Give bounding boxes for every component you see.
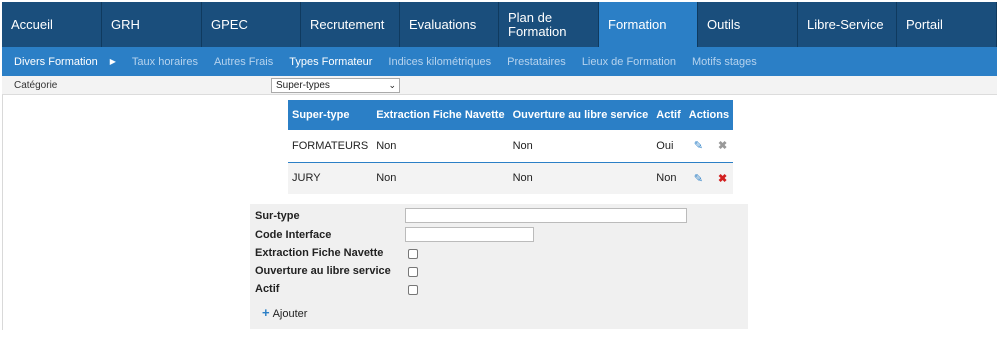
- extraction-checkbox[interactable]: [408, 249, 418, 259]
- table-header-row: Super-type Extraction Fiche Navette Ouve…: [288, 100, 734, 130]
- table-row: JURY Non Non Non ✎ ✖: [288, 162, 734, 194]
- cell-extraction: Non: [372, 162, 509, 194]
- subnav-types-formateur[interactable]: Types Formateur: [281, 56, 380, 68]
- extraction-label: Extraction Fiche Navette: [255, 247, 384, 259]
- sub-navigation: Divers Formation ▶ Taux horaires Autres …: [2, 47, 997, 76]
- header-ouverture: Ouverture au libre service: [508, 100, 653, 130]
- pencil-icon[interactable]: ✎: [694, 173, 703, 185]
- tab-recrutement[interactable]: Recrutement: [301, 2, 400, 47]
- category-label: Catégorie: [14, 80, 58, 91]
- category-select[interactable]: Super-types ⌄: [271, 78, 400, 93]
- tab-gpec[interactable]: GPEC: [202, 2, 301, 47]
- cell-ouverture: Non: [508, 130, 653, 163]
- tab-formation[interactable]: Formation: [599, 2, 698, 47]
- header-actif: Actif: [652, 100, 685, 130]
- add-super-type-form: Sur-type Code Interface Extraction Fiche…: [250, 204, 748, 329]
- subnav-motifs-stages[interactable]: Motifs stages: [684, 56, 765, 68]
- subnav-taux-horaires[interactable]: Taux horaires: [124, 56, 206, 68]
- tab-grh[interactable]: GRH: [102, 2, 202, 47]
- code-interface-label: Code Interface: [255, 229, 332, 241]
- header-actions: Actions: [684, 100, 734, 130]
- tab-outils[interactable]: Outils: [698, 2, 798, 47]
- tab-plan-de-formation[interactable]: Plan de Formation: [499, 2, 599, 47]
- ouverture-label: Ouverture au libre service: [255, 265, 391, 277]
- sur-type-input[interactable]: [405, 208, 687, 223]
- subnav-indices-kilometriques[interactable]: Indices kilométriques: [380, 56, 499, 68]
- tab-evaluations[interactable]: Evaluations: [400, 2, 499, 47]
- header-extraction: Extraction Fiche Navette: [372, 100, 509, 130]
- chevron-down-icon: ⌄: [388, 80, 396, 90]
- category-bar: Catégorie Super-types ⌄: [2, 76, 997, 95]
- subnav-autres-frais[interactable]: Autres Frais: [206, 56, 281, 68]
- top-navigation: Accueil GRH GPEC Recrutement Evaluations…: [2, 2, 997, 47]
- plus-icon: +: [262, 305, 270, 320]
- add-label: Ajouter: [272, 308, 308, 320]
- sur-type-label: Sur-type: [255, 210, 300, 222]
- delete-icon[interactable]: ✖: [718, 173, 727, 185]
- add-button[interactable]: + Ajouter: [262, 305, 307, 320]
- cell-actif: Oui: [652, 130, 685, 163]
- cell-actions: ✎ ✖: [684, 130, 734, 163]
- tab-accueil[interactable]: Accueil: [2, 2, 102, 47]
- cell-actions: ✎ ✖: [684, 162, 734, 194]
- content-left-border: [2, 95, 3, 330]
- delete-icon[interactable]: ✖: [718, 140, 727, 152]
- subnav-divers-formation[interactable]: Divers Formation: [2, 56, 106, 68]
- ouverture-checkbox[interactable]: [408, 267, 418, 277]
- caret-right-icon: ▶: [109, 57, 116, 66]
- actif-checkbox[interactable]: [408, 285, 418, 295]
- subnav-lieux-de-formation[interactable]: Lieux de Formation: [574, 56, 684, 68]
- actif-label: Actif: [255, 283, 280, 295]
- category-selected-value: Super-types: [276, 80, 330, 91]
- cell-actif: Non: [652, 162, 685, 194]
- cell-ouverture: Non: [508, 162, 653, 194]
- header-super-type: Super-type: [288, 100, 373, 130]
- subnav-prestataires[interactable]: Prestataires: [499, 56, 574, 68]
- cell-extraction: Non: [372, 130, 509, 163]
- cell-super-type: JURY: [288, 162, 373, 194]
- tab-libre-service[interactable]: Libre-Service: [798, 2, 897, 47]
- table-row: FORMATEURS Non Non Oui ✎ ✖: [288, 130, 734, 163]
- super-types-table: Super-type Extraction Fiche Navette Ouve…: [288, 100, 734, 194]
- code-interface-input[interactable]: [405, 227, 534, 242]
- cell-super-type: FORMATEURS: [288, 130, 373, 163]
- pencil-icon[interactable]: ✎: [694, 140, 703, 152]
- tab-portail[interactable]: Portail: [897, 2, 997, 47]
